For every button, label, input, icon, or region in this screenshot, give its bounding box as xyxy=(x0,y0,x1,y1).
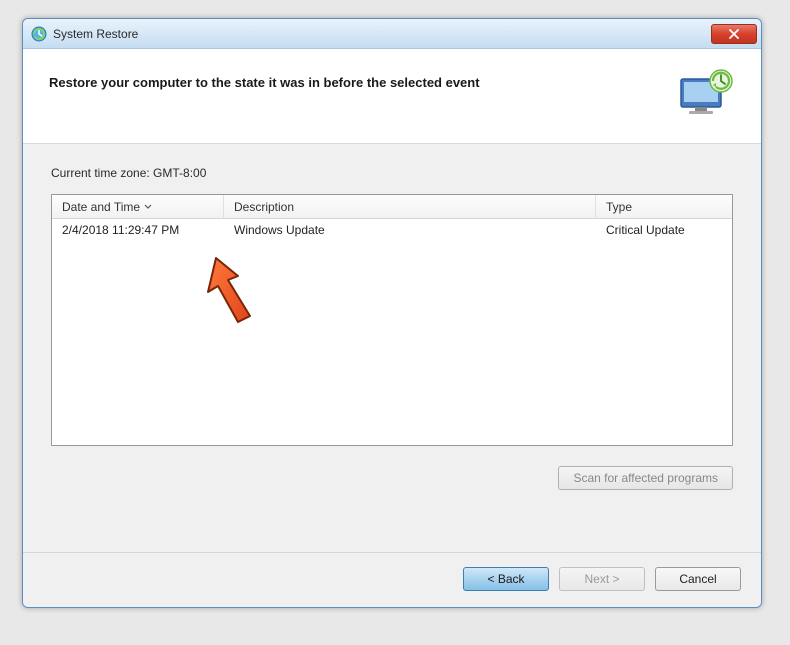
system-restore-window: System Restore Restore your computer to … xyxy=(22,18,762,608)
table-row[interactable]: 2/4/2018 11:29:47 PM Windows Update Crit… xyxy=(52,219,732,241)
column-header-description[interactable]: Description xyxy=(224,195,596,218)
table-header: Date and Time Description Type xyxy=(52,195,732,219)
titlebar[interactable]: System Restore xyxy=(23,19,761,49)
cell-type: Critical Update xyxy=(596,223,732,237)
next-button: Next > xyxy=(559,567,645,591)
column-label: Type xyxy=(606,200,632,214)
column-label: Description xyxy=(234,200,294,214)
restore-points-table: Date and Time Description Type 2/4/2018 … xyxy=(51,194,733,446)
column-label: Date and Time xyxy=(62,200,140,214)
scan-row: Scan for affected programs xyxy=(51,466,733,490)
table-body: 2/4/2018 11:29:47 PM Windows Update Crit… xyxy=(52,219,732,445)
window-title: System Restore xyxy=(53,27,711,41)
header-area: Restore your computer to the state it wa… xyxy=(23,49,761,144)
cell-description: Windows Update xyxy=(224,223,596,237)
column-header-datetime[interactable]: Date and Time xyxy=(52,195,224,218)
close-button[interactable] xyxy=(711,24,757,44)
back-button[interactable]: < Back xyxy=(463,567,549,591)
body-area: Current time zone: GMT-8:00 Date and Tim… xyxy=(23,144,761,552)
chevron-down-icon xyxy=(144,204,152,210)
close-icon xyxy=(729,29,739,39)
timezone-label: Current time zone: GMT-8:00 xyxy=(51,166,733,180)
scan-affected-programs-button[interactable]: Scan for affected programs xyxy=(558,466,733,490)
page-heading: Restore your computer to the state it wa… xyxy=(49,69,657,90)
cell-datetime: 2/4/2018 11:29:47 PM xyxy=(52,223,224,237)
system-restore-icon xyxy=(31,26,47,42)
restore-monitor-icon xyxy=(677,69,735,121)
footer-buttons: < Back Next > Cancel xyxy=(23,552,761,607)
column-header-type[interactable]: Type xyxy=(596,195,732,218)
cancel-button[interactable]: Cancel xyxy=(655,567,741,591)
